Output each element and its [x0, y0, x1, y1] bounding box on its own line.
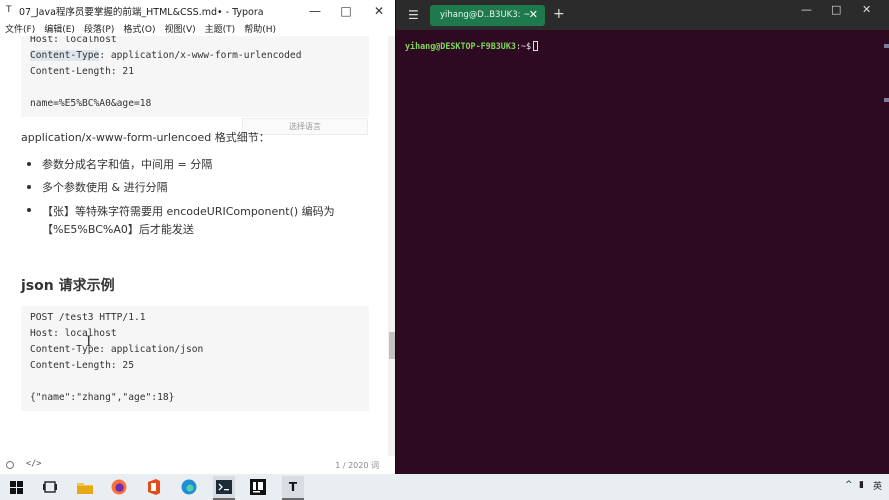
terminal-tab-label: yihang@D..B3UK3: ~ — [440, 10, 531, 20]
typora-window: T 07_Java程序员要掌握的前端_HTML&CSS.md• - Typora… — [0, 0, 395, 474]
taskbar: T ^ ▮ 英 — [0, 474, 889, 500]
prompt-user-host: yihang@DESKTOP-F9B3UK3 — [405, 41, 516, 51]
intellij-icon[interactable] — [247, 476, 269, 498]
code-line: Host: localhost — [30, 328, 117, 339]
close-icon[interactable]: ✕ — [363, 0, 395, 22]
edge-indicator — [884, 98, 889, 102]
word-count[interactable]: 1 / 2020 词 — [335, 460, 379, 471]
minimize-icon[interactable]: — — [299, 0, 331, 22]
bullet-marker — [27, 208, 31, 212]
code-line: Content-Length: 25 — [30, 360, 134, 371]
code-line: Content-Type: application/json — [30, 344, 204, 355]
menu-bar: 文件(F) 编辑(E) 段落(P) 格式(O) 视图(V) 主题(T) 帮助(H… — [0, 22, 395, 36]
code-line: name=%E5%BC%A0&age=18 — [30, 98, 152, 109]
terminal-header-bar[interactable]: ☰ yihang@D..B3UK3: ~ ✕ + — □ ✕ — [396, 0, 889, 30]
file-explorer-icon[interactable] — [74, 476, 96, 498]
office-icon[interactable] — [143, 476, 165, 498]
code-line: {"name":"zhang","age":18} — [30, 392, 175, 403]
new-tab-icon[interactable]: + — [553, 6, 565, 22]
menu-theme[interactable]: 主题(T) — [205, 22, 236, 36]
outline-toggle-icon[interactable] — [6, 461, 14, 469]
code-block-urlencoded[interactable]: Host: localhost Content-Type: applicatio… — [21, 36, 369, 117]
maximize-icon[interactable]: □ — [330, 0, 362, 22]
minimize-icon[interactable]: — — [801, 3, 812, 16]
menu-file[interactable]: 文件(F) — [5, 22, 35, 36]
menu-edit[interactable]: 编辑(E) — [44, 22, 75, 36]
bullet-marker — [27, 162, 31, 166]
hamburger-menu-icon[interactable]: ☰ — [408, 8, 419, 22]
tray-app-icon[interactable]: ▮ — [859, 480, 864, 490]
status-bar: </> 1 / 2020 词 — [0, 456, 395, 474]
windows-start-icon[interactable] — [5, 476, 27, 498]
list-item: 多个参数使用 & 进行分隔 — [42, 181, 168, 194]
list-item: 【张】等特殊字符需要用 encodeURIComponent() 编码为 — [42, 205, 335, 218]
edge-indicator — [884, 44, 889, 48]
code-line: Host: localhost — [30, 36, 117, 45]
source-mode-toggle[interactable]: </> — [26, 459, 41, 469]
code-line: POST /test3 HTTP/1.1 — [30, 312, 146, 323]
tray-chevron-icon[interactable]: ^ — [845, 480, 853, 490]
text-cursor-icon: I — [86, 334, 92, 350]
editor-content[interactable]: Host: localhost Content-Type: applicatio… — [0, 36, 395, 456]
close-icon[interactable]: ✕ — [862, 3, 871, 16]
edge-icon[interactable] — [178, 476, 200, 498]
code-line: Content-Type: application/x-www-form-url… — [30, 50, 301, 61]
menu-paragraph[interactable]: 段落(P) — [84, 22, 114, 36]
code-line: Content-Length: 21 — [30, 66, 134, 77]
typora-app-icon: T — [6, 5, 12, 15]
terminal-icon[interactable] — [213, 476, 235, 498]
list-item-continuation: 【%E5%BC%A0】后才能发送 — [42, 223, 194, 236]
window-title: 07_Java程序员要掌握的前端_HTML&CSS.md• - Typora — [19, 7, 264, 18]
prompt-path: :~$ — [515, 41, 532, 51]
terminal-window: ☰ yihang@D..B3UK3: ~ ✕ + — □ ✕ yihang@DE… — [395, 0, 889, 474]
typora-title-bar[interactable]: T 07_Java程序员要掌握的前端_HTML&CSS.md• - Typora… — [0, 0, 395, 22]
task-view-icon[interactable] — [39, 476, 61, 498]
menu-format[interactable]: 格式(O) — [123, 22, 155, 36]
scrollbar-track[interactable] — [388, 36, 395, 456]
terminal-tab[interactable]: yihang@D..B3UK3: ~ ✕ — [430, 5, 545, 26]
menu-help[interactable]: 帮助(H) — [244, 22, 276, 36]
input-language[interactable]: 英 — [873, 479, 882, 492]
prompt-line: yihang@DESKTOP-F9B3UK3:~$ — [405, 41, 539, 51]
firefox-icon[interactable] — [108, 476, 130, 498]
bullet-marker — [27, 185, 31, 189]
terminal-output[interactable]: yihang@DESKTOP-F9B3UK3:~$ — [396, 30, 889, 474]
heading-json-example: json 请求示例 — [21, 278, 115, 294]
terminal-cursor — [533, 41, 539, 51]
typora-icon[interactable]: T — [282, 476, 304, 498]
menu-view[interactable]: 视图(V) — [164, 22, 195, 36]
code-line-value: : application/x-www-form-urlencoded — [99, 50, 302, 61]
maximize-icon[interactable]: □ — [831, 3, 841, 16]
tab-close-icon[interactable]: ✕ — [529, 8, 538, 21]
paragraph-format-details: application/x-www-form-urlencoed 格式细节： — [21, 131, 270, 144]
code-line-key: Content-Type — [30, 50, 100, 61]
code-block-json[interactable]: POST /test3 HTTP/1.1 Host: localhost Con… — [21, 306, 369, 411]
list-item: 参数分成名字和值，中间用 = 分隔 — [42, 158, 213, 171]
